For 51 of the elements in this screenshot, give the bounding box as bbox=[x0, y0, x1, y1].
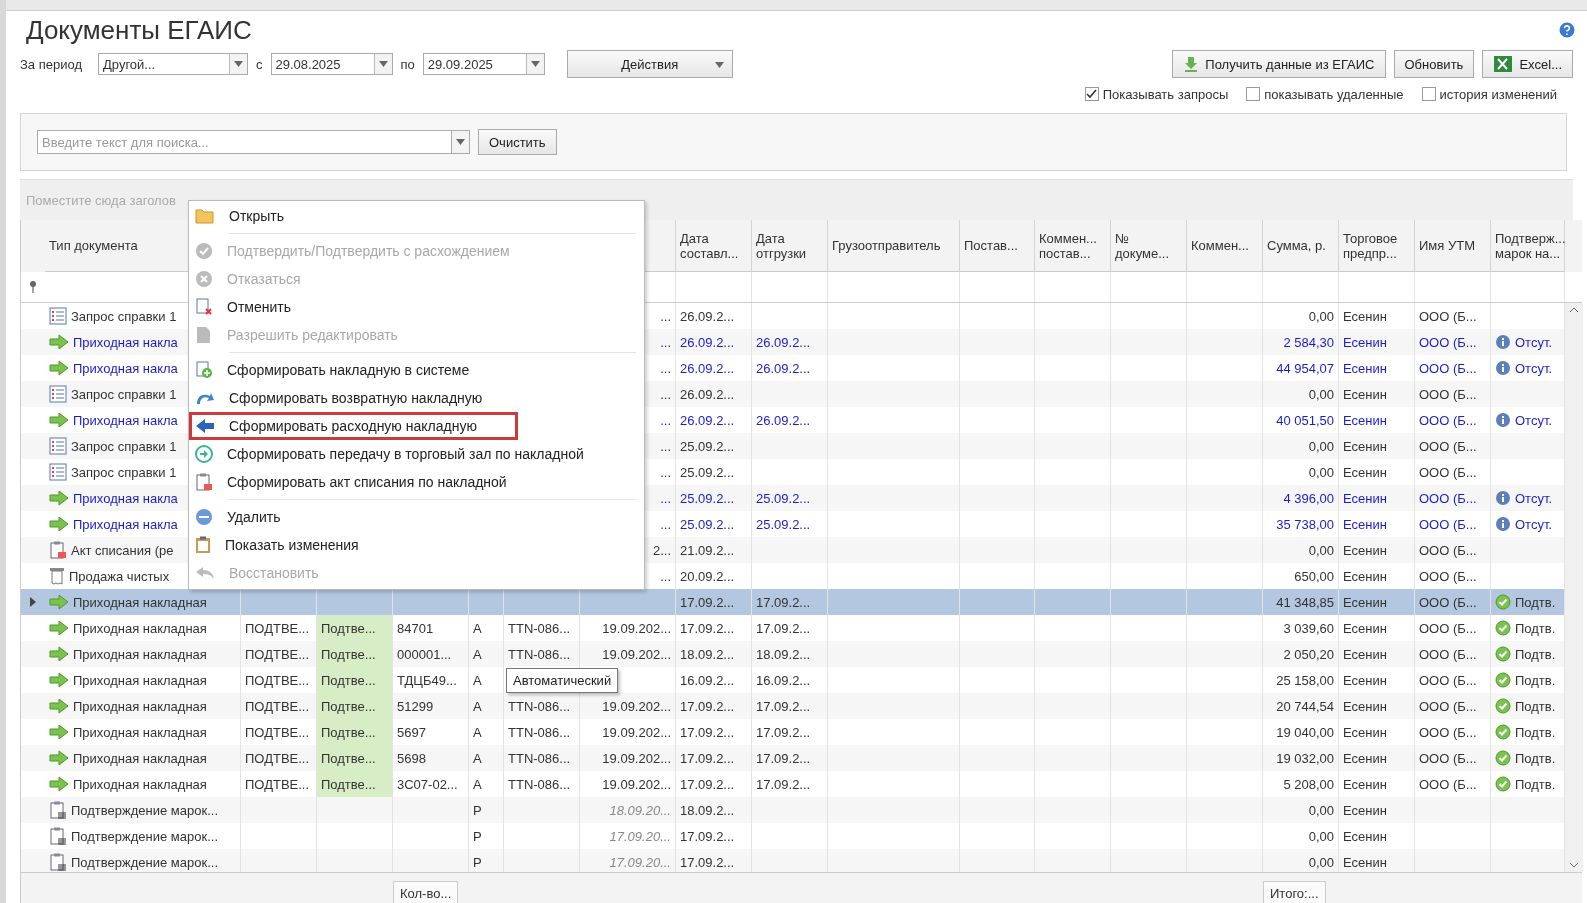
table-cell: Подтв. bbox=[1515, 672, 1556, 688]
table-cell: Подтв. bbox=[1515, 776, 1556, 792]
group-panel-hint: Поместите сюда заголов bbox=[26, 192, 176, 208]
table-cell: Приходная накладная bbox=[73, 724, 207, 740]
table-cell: Приходная накла bbox=[73, 412, 178, 428]
period-label: За период bbox=[20, 56, 82, 72]
table-cell: Подтве... bbox=[317, 615, 393, 641]
table-cell: Подтв. bbox=[1515, 698, 1556, 714]
table-cell: Приходная накла bbox=[73, 334, 178, 350]
from-label: с bbox=[256, 56, 263, 72]
table-cell: Приходная накла bbox=[73, 360, 178, 376]
checkbox-label: история изменений bbox=[1439, 86, 1557, 102]
table-cell: Акт списания (ре bbox=[71, 542, 174, 558]
table-cell: Подтверждение марок... bbox=[71, 828, 218, 844]
table-cell: Подтв. bbox=[1515, 620, 1556, 636]
table-cell: Отсут. bbox=[1515, 360, 1553, 376]
table-cell: Приходная накла bbox=[73, 490, 178, 506]
checkbox-label: Показывать запросы bbox=[1102, 86, 1229, 102]
tooltip: Автоматический bbox=[506, 668, 619, 693]
table-cell: Запрос справки 1 bbox=[71, 438, 177, 454]
table-cell: Отсут. bbox=[1515, 516, 1553, 532]
table-cell: Отсут. bbox=[1515, 334, 1553, 350]
table-cell: Подтве... bbox=[317, 719, 393, 745]
page-title: Документы ЕГАИС bbox=[25, 14, 252, 46]
table-cell: Приходная накла bbox=[73, 516, 178, 532]
table-cell: Подтве... bbox=[317, 771, 393, 797]
table-cell: Приходная накладная bbox=[73, 750, 207, 766]
table-cell: Приходная накладная bbox=[73, 698, 207, 714]
table-cell: Подтв. bbox=[1515, 594, 1556, 610]
table-cell: Приходная накладная bbox=[73, 672, 207, 688]
table-cell: Подтв. bbox=[1515, 724, 1556, 740]
table-cell: Подтве... bbox=[317, 667, 393, 693]
table-cell: Подтв. bbox=[1515, 646, 1556, 662]
table-cell: Подтве... bbox=[317, 745, 393, 771]
table-cell: Отсут. bbox=[1515, 490, 1553, 506]
table-cell: Подтверждение марок... bbox=[71, 802, 218, 818]
table-cell: Подтверждение марок... bbox=[71, 854, 218, 870]
table-cell: Запрос справки 1 bbox=[71, 464, 177, 480]
table-cell: Отсут. bbox=[1515, 412, 1553, 428]
table-cell: Приходная накладная bbox=[73, 646, 207, 662]
table-cell: Подтв. bbox=[1515, 750, 1556, 766]
table-cell: Запрос справки 1 bbox=[71, 308, 177, 324]
table-cell: Приходная накладная bbox=[73, 776, 207, 792]
table-cell: Продажа чистых bbox=[69, 568, 170, 584]
to-label: по bbox=[400, 56, 415, 72]
table-cell: Подтве... bbox=[317, 641, 393, 667]
table-cell: Приходная накладная bbox=[73, 620, 207, 636]
table-cell: Подтве... bbox=[317, 693, 393, 719]
table-cell: Приходная накладная bbox=[73, 594, 207, 610]
table-cell: Запрос справки 1 bbox=[71, 386, 177, 402]
checkbox-label: показывать удаленные bbox=[1264, 86, 1404, 102]
